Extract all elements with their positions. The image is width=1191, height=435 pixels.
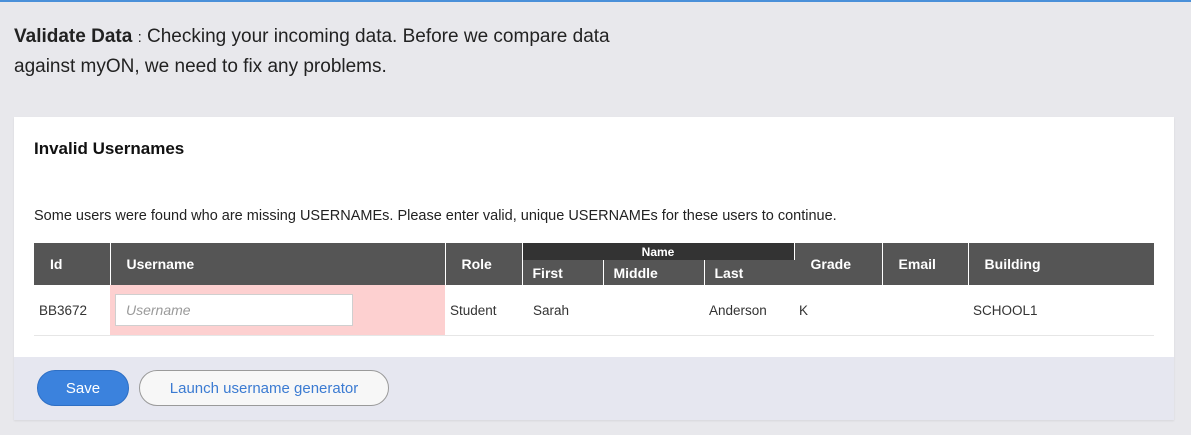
column-header-first[interactable]: First <box>522 260 604 285</box>
username-input[interactable] <box>115 294 353 326</box>
page-heading: Validate Data : Checking your incoming d… <box>14 22 614 81</box>
cell-middle-name <box>603 285 704 336</box>
users-table: Id Username Role Name Grade Email Buildi… <box>34 243 1155 336</box>
cell-role: Student <box>445 285 522 336</box>
table-row: BB3672 Student Sarah Anderson K SCHOOL1 <box>34 285 1155 336</box>
top-accent-line <box>0 0 1191 2</box>
title-separator: : <box>137 29 142 46</box>
card-description: Some users were found who are missing US… <box>34 208 837 224</box>
column-header-role[interactable]: Role <box>445 243 523 285</box>
card-title: Invalid Usernames <box>34 139 185 158</box>
launch-username-generator-button[interactable]: Launch username generator <box>139 370 389 406</box>
cell-id: BB3672 <box>34 285 110 336</box>
cell-username <box>110 285 445 336</box>
cell-email <box>882 285 969 336</box>
column-header-building[interactable]: Building <box>968 243 1155 285</box>
save-button[interactable]: Save <box>37 370 129 406</box>
column-header-middle[interactable]: Middle <box>603 260 705 285</box>
column-header-id[interactable]: Id <box>34 243 111 285</box>
column-header-grade[interactable]: Grade <box>794 243 883 285</box>
invalid-usernames-card: Invalid Usernames Some users were found … <box>14 117 1174 420</box>
column-group-name: Name <box>522 243 795 261</box>
cell-building: SCHOOL1 <box>968 285 1155 336</box>
cell-last-name: Anderson <box>704 285 795 336</box>
page-title: Validate Data <box>14 26 133 47</box>
column-header-email[interactable]: Email <box>882 243 969 285</box>
cell-grade: K <box>794 285 883 336</box>
cell-first-name: Sarah <box>522 285 603 336</box>
column-header-username[interactable]: Username <box>110 243 446 285</box>
card-footer: Save Launch username generator <box>14 357 1174 420</box>
column-header-last[interactable]: Last <box>704 260 795 285</box>
